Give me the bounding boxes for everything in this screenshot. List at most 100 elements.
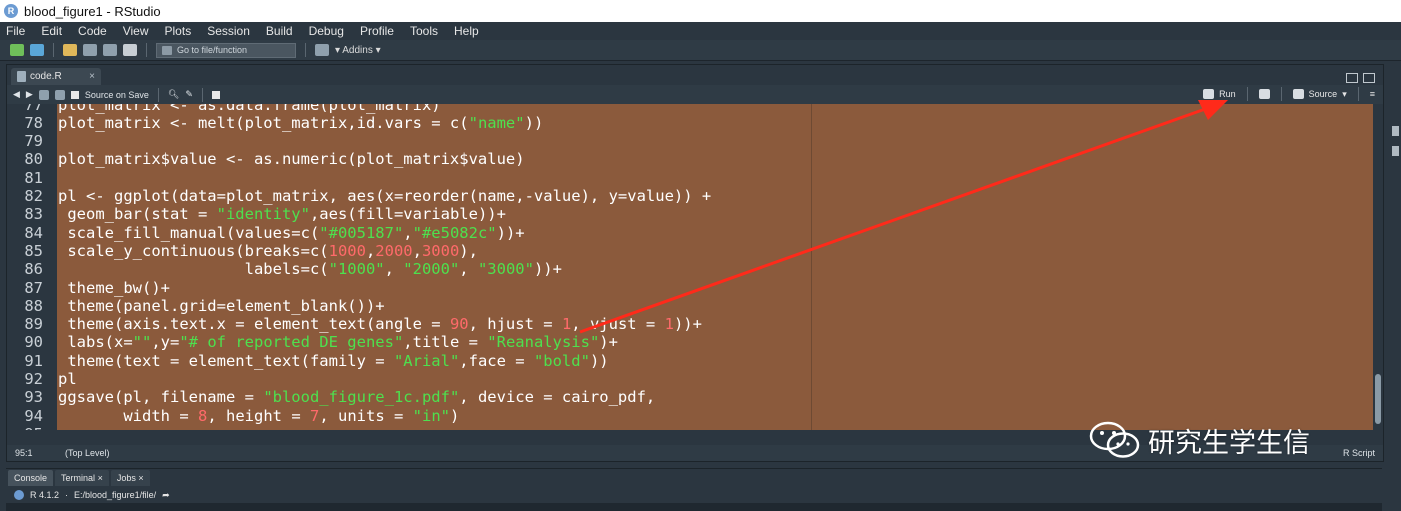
code-line[interactable]: 82 pl <- ggplot(data=plot_matrix, aes(x=r… (7, 187, 1373, 205)
source-button[interactable]: Source ▾ (1292, 89, 1347, 100)
right-pane-edge (1390, 64, 1401, 510)
menu-plots[interactable]: Plots (157, 24, 200, 38)
code-line[interactable]: 86 labels=c("1000", "2000", "3000"))+ (7, 260, 1373, 278)
code-text: plot_matrix <- as.data.frame(plot_matrix… (58, 104, 441, 114)
code-line[interactable]: 83 geom_bar(stat = "identity",aes(fill=v… (7, 205, 1373, 223)
menu-view[interactable]: View (115, 24, 157, 38)
line-number: 88 (24, 296, 43, 315)
watermark-text: 研究生学生信 (1148, 427, 1310, 459)
file-type-indicator[interactable]: R Script (1343, 448, 1375, 458)
code-line[interactable]: 78 plot_matrix <- melt(plot_matrix,id.var… (7, 114, 1373, 132)
tab-console[interactable]: Console (8, 470, 54, 486)
code-editor[interactable]: 77 plot_matrix <- as.data.frame(plot_matr… (7, 104, 1373, 430)
show-in-window-icon[interactable] (38, 89, 49, 100)
line-number: 82 (24, 187, 43, 205)
new-file-icon[interactable] (10, 44, 24, 56)
code-line[interactable]: 90 labs(x="",y="# of reported DE genes",… (7, 333, 1373, 351)
restore-pane-icon[interactable] (1392, 126, 1399, 136)
source-on-save-label: Source on Save (84, 89, 149, 100)
run-icon (1203, 89, 1215, 99)
tab-terminal-label: Terminal (61, 473, 96, 483)
menu-session[interactable]: Session (199, 24, 258, 38)
run-button[interactable]: Run (1203, 89, 1236, 99)
code-text: scale_y_continuous(breaks=c(1000,2000,30… (58, 241, 478, 260)
close-icon[interactable]: × (98, 473, 103, 483)
code-line[interactable]: 81 (7, 169, 1373, 187)
tab-code-r[interactable]: code.R × (11, 68, 101, 85)
forward-arrow-icon[interactable]: ▶ (26, 89, 33, 100)
go-to-directory-icon[interactable]: ➦ (162, 490, 170, 501)
working-directory[interactable]: E:/blood_figure1/file/ (74, 490, 156, 500)
r-logo-icon (14, 490, 24, 500)
close-icon[interactable]: × (89, 68, 95, 85)
code-line[interactable]: 91 theme(text = element_text(family = "A… (7, 352, 1373, 370)
tab-label: code.R (30, 71, 62, 82)
code-line[interactable]: 77 plot_matrix <- as.data.frame(plot_matr… (7, 104, 1373, 114)
tab-terminal[interactable]: Terminal × (55, 470, 109, 486)
menu-file[interactable]: File (0, 24, 33, 38)
code-text: pl <- ggplot(data=plot_matrix, aes(x=reo… (58, 187, 712, 205)
tab-jobs[interactable]: Jobs × (110, 470, 150, 486)
line-number: 92 (24, 370, 43, 388)
menu-help[interactable]: Help (446, 24, 487, 38)
menu-debug[interactable]: Debug (301, 24, 352, 38)
menu-edit[interactable]: Edit (33, 24, 70, 38)
line-number: 83 (24, 205, 43, 224)
save-all-icon[interactable] (103, 44, 117, 56)
menu-code[interactable]: Code (70, 24, 115, 38)
search-icon[interactable]: 🔍︎ (168, 89, 179, 100)
source-on-save-checkbox[interactable] (70, 90, 79, 99)
editor-scrollbar[interactable] (1373, 104, 1383, 430)
code-tools-icon[interactable]: ✎ (185, 89, 193, 100)
pane-window-controls (1346, 73, 1375, 83)
separator: · (65, 490, 69, 500)
code-text: theme(text = element_text(family = "Aria… (58, 351, 609, 370)
code-line[interactable]: 87 theme_bw()+ (7, 279, 1373, 297)
code-line[interactable]: 93 ggsave(pl, filename = "blood_figure_1c… (7, 388, 1373, 406)
menu-tools[interactable]: Tools (402, 24, 446, 38)
back-arrow-icon[interactable]: ◀ (13, 89, 20, 100)
line-number: 79 (24, 132, 43, 151)
scrollbar-thumb[interactable] (1375, 374, 1381, 424)
compile-report-icon[interactable] (211, 90, 220, 99)
menu-build[interactable]: Build (258, 24, 301, 38)
new-project-icon[interactable] (30, 44, 44, 56)
code-line[interactable]: 80 plot_matrix$value <- as.numeric(plot_m… (7, 150, 1373, 168)
addins-label: Addins (342, 44, 373, 56)
menu-profile[interactable]: Profile (352, 24, 402, 38)
save-icon[interactable] (54, 89, 65, 100)
window-title: blood_figure1 - RStudio (24, 3, 161, 19)
go-to-file-input[interactable]: Go to file/function (156, 42, 296, 58)
line-number: 77 (24, 104, 43, 114)
code-text: scale_fill_manual(values=c("#005187","#e… (58, 223, 525, 242)
outline-icon[interactable]: ≡ (1370, 89, 1375, 99)
toolbar-divider (1357, 87, 1359, 101)
line-number: 94 (24, 406, 43, 425)
maximize-pane-icon[interactable] (1363, 73, 1375, 83)
rerun-icon[interactable] (1258, 89, 1270, 99)
save-icon[interactable] (83, 44, 97, 56)
rstudio-logo-icon: R (4, 4, 18, 18)
scope-indicator[interactable]: (Top Level) (55, 448, 110, 458)
minimize-pane-icon[interactable] (1346, 73, 1358, 83)
close-icon[interactable]: × (138, 473, 143, 483)
addins-menu[interactable]: ▾ Addins ▾ (335, 45, 381, 56)
code-line[interactable]: 88 theme(panel.grid=element_blank())+ (7, 297, 1373, 315)
code-text: pl (58, 370, 77, 388)
maximize-pane-icon[interactable] (1392, 146, 1399, 156)
grid-layout-icon[interactable] (315, 44, 329, 56)
code-line[interactable]: 79 (7, 132, 1373, 150)
code-line[interactable]: 89 theme(axis.text.x = element_text(angl… (7, 315, 1373, 333)
code-line[interactable]: 84 scale_fill_manual(values=c("#005187",… (7, 224, 1373, 242)
source-label: Source (1308, 89, 1338, 99)
open-file-icon[interactable] (63, 44, 77, 56)
line-number: 93 (24, 388, 43, 407)
line-number: 91 (24, 351, 43, 370)
console-pane: Console Terminal × Jobs × R 4.1.2 · E:/b… (6, 468, 1382, 511)
code-line[interactable]: 92 pl (7, 370, 1373, 388)
go-to-icon (162, 45, 172, 55)
line-number: 95 (7, 425, 43, 430)
main-toolbar: Go to file/function ▾ Addins ▾ (0, 40, 1401, 61)
print-icon[interactable] (123, 44, 137, 56)
code-line[interactable]: 85 scale_y_continuous(breaks=c(1000,2000… (7, 242, 1373, 260)
